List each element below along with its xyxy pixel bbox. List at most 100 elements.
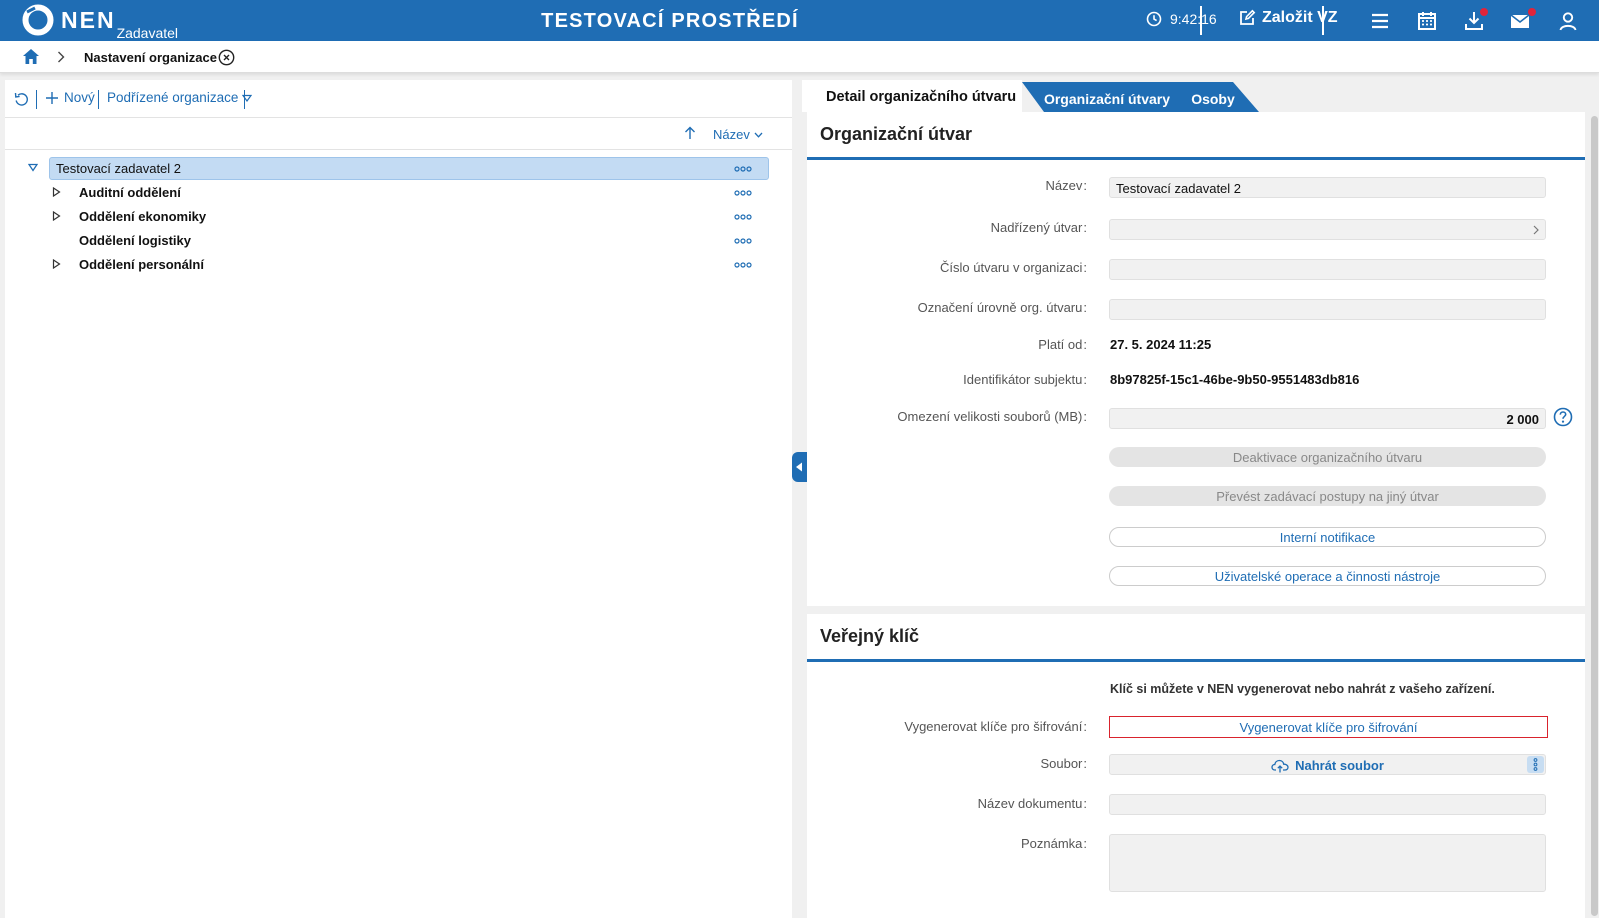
close-icon[interactable] [218,49,235,66]
sub-orgs-dropdown[interactable]: Podřízené organizace [107,90,253,105]
upload-label: Nahrát soubor [1295,758,1384,773]
user-operations-button[interactable]: Uživatelské operace a činnosti nástroje [1109,566,1546,586]
download-notification-dot [1480,8,1488,16]
org-tree-panel: Nový Podřízené organizace Název Testovac… [5,80,792,918]
collapse-icon[interactable] [28,163,38,172]
tree-node[interactable]: Oddělení logistiky [5,229,792,253]
public-key-card: Veřejný klíč Klíč si můžete v NEN vygene… [807,614,1585,918]
section-divider [807,157,1585,160]
file-size-limit-field[interactable]: 2 000 [1109,408,1546,429]
subject-id-value: 8b97825f-15c1-46be-9b50-9551483db816 [1110,372,1360,387]
file-size-limit-label: Omezení velikosti souborů (MB) [897,409,1087,424]
header-divider [1200,6,1202,35]
upload-button[interactable]: Nahrát soubor [1110,758,1545,773]
chevron-down-icon [754,132,763,138]
tab-label: Osoby [1191,91,1235,107]
clock-time: 9:42:16 [1170,11,1217,27]
new-label: Nový [64,90,95,105]
cloud-upload-icon [1271,759,1289,772]
name-label: Název [1046,178,1087,193]
tab-detail[interactable]: Detail organizačního útvaru [802,80,1022,112]
document-name-field[interactable] [1109,794,1546,815]
unit-level-label: Označení úrovně org. útvaru [918,300,1087,315]
calendar-icon[interactable] [1415,9,1439,33]
detail-scrollbar-thumb[interactable] [1591,116,1598,916]
tree-node-label: Auditní oddělení [79,185,181,200]
toolbar-divider [36,90,37,109]
parent-unit-field[interactable] [1109,219,1546,240]
sort-ascending-icon[interactable] [684,126,696,140]
sort-field-label: Název [713,127,750,142]
chevron-right-icon [58,51,65,63]
generate-keys-label: Vygenerovat klíče pro šifrování [904,719,1087,734]
section-title: Veřejný klíč [820,626,920,646]
more-options-icon[interactable] [734,238,752,244]
create-vz-label: Založit VZ [1262,9,1338,26]
home-icon[interactable] [22,48,40,65]
tree-node-label: Oddělení ekonomiky [79,209,207,224]
expand-icon[interactable] [52,187,61,197]
expand-icon[interactable] [52,259,61,269]
tree-node[interactable]: Auditní oddělení [5,181,792,205]
kebab-menu-icon [1533,758,1538,771]
tree-node[interactable]: Oddělení personální [5,253,792,277]
mail-notification-dot [1528,8,1536,16]
menu-icon[interactable] [1368,9,1392,33]
note-textarea[interactable] [1109,834,1546,892]
tree-node-label: Oddělení personální [79,257,204,272]
parent-unit-label: Nadřízený útvar [991,220,1087,235]
top-bar: NEN Zadavatel TESTOVACÍ PROSTŘEDÍ 9:42:1… [0,0,1599,41]
plus-icon [46,91,58,104]
expand-icon[interactable] [52,211,61,221]
tree-node-root[interactable]: Testovací zadavatel 2 [5,157,792,181]
clock-icon [1146,11,1162,27]
more-options-icon[interactable] [734,262,752,268]
unit-number-label: Číslo útvaru v organizaci [940,260,1087,275]
breadcrumb: Nastavení organizace [0,41,1599,73]
section-title: Organizační útvar [820,124,973,144]
transfer-procedures-button[interactable]: Převést zadávací postupy na jiný útvar [1109,486,1546,506]
header-divider [1322,6,1324,35]
tab-persons[interactable]: Osoby [1159,82,1259,112]
public-key-info: Klíč si můžete v NEN vygenerovat nebo na… [1110,682,1495,696]
sub-orgs-label: Podřízené organizace [107,90,239,105]
session-clock: 9:42:16 [1146,11,1217,27]
subject-id-label: Identifikátor subjektu [963,372,1087,387]
note-label: Poznámka [1021,836,1087,851]
more-options-icon[interactable] [734,190,752,196]
unit-level-field[interactable] [1109,299,1546,320]
valid-from-value: 27. 5. 2024 11:25 [1110,337,1212,352]
refresh-icon[interactable] [13,91,30,108]
tree-node[interactable]: Oddělení ekonomiky [5,205,792,229]
name-field[interactable]: Testovací zadavatel 2 [1109,177,1546,198]
tree-toolbar: Nový Podřízené organizace [5,80,792,118]
valid-from-label: Platí od [1038,337,1087,352]
sort-row: Název [5,119,792,150]
section-divider [807,659,1585,662]
file-upload-field[interactable]: Nahrát soubor [1109,754,1546,775]
more-options-icon[interactable] [734,166,752,172]
toolbar-divider [98,90,99,109]
chevron-right-icon [1533,225,1539,235]
detail-panel: Detail organizačního útvaru Organizační … [802,80,1590,918]
tree-node-label: Oddělení logistiky [79,233,191,248]
more-options-icon[interactable] [734,214,752,220]
internal-notifications-button[interactable]: Interní notifikace [1109,527,1546,547]
detail-tabs: Detail organizačního útvaru Organizační … [802,80,1590,112]
deactivate-unit-button[interactable]: Deaktivace organizačního útvaru [1109,447,1546,467]
environment-title: TESTOVACÍ PROSTŘEDÍ [541,10,799,32]
user-icon[interactable] [1556,9,1580,33]
sort-field-dropdown[interactable]: Název [713,127,763,142]
generate-keys-button[interactable]: Vygenerovat klíče pro šifrování [1109,716,1548,738]
tree-node-label: Testovací zadavatel 2 [56,161,182,176]
new-button[interactable]: Nový [45,90,95,105]
toolbar-divider [244,90,245,109]
breadcrumb-current: Nastavení organizace [84,50,217,65]
upload-options-button[interactable] [1527,756,1544,773]
help-icon[interactable] [1553,407,1573,427]
unit-number-field[interactable] [1109,259,1546,280]
edit-icon [1240,9,1256,25]
org-unit-card: Organizační útvar Název Testovací zadava… [807,112,1585,606]
document-name-label: Název dokumentu [978,796,1087,811]
file-label: Soubor [1040,756,1087,771]
